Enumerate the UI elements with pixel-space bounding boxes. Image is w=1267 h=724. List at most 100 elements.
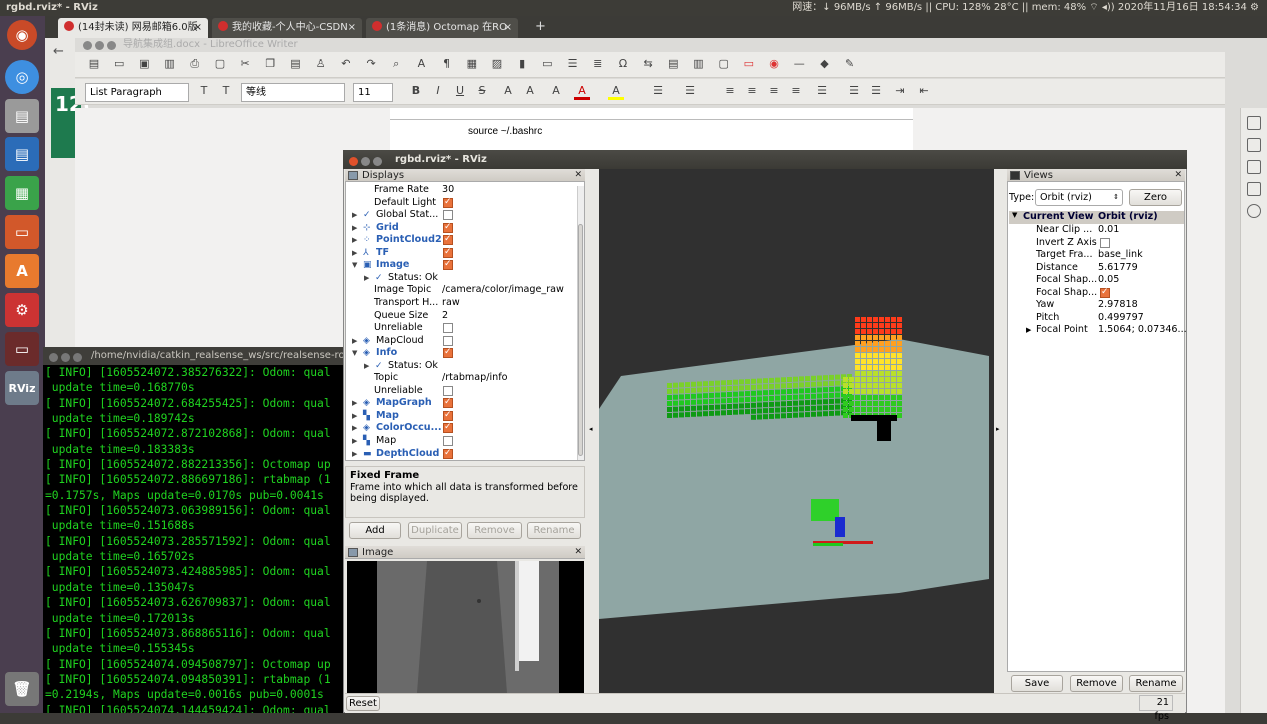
draw-icon[interactable]: ✎ [842, 57, 858, 73]
align-center-icon[interactable]: ≡ [744, 84, 760, 100]
display-tree-row[interactable]: ▶ ◈ ColorOccu... [346, 421, 576, 435]
font-name-select[interactable]: 等线 [241, 83, 345, 102]
view-property-value[interactable]: 5.61779 [1098, 262, 1138, 275]
navigator-icon[interactable] [1247, 182, 1261, 196]
display-value[interactable]: raw [442, 297, 460, 310]
right-splitter[interactable]: ▸ [994, 169, 1007, 693]
preview-icon[interactable]: ▢ [212, 57, 228, 73]
display-tree-row[interactable]: Unreliable [346, 385, 576, 398]
save-icon[interactable]: ▣ [136, 57, 152, 73]
browser-tab-octomap[interactable]: (1条消息) Octomap 在RO × [366, 18, 518, 38]
view-checkbox[interactable] [1100, 286, 1110, 298]
enable-checkbox[interactable] [443, 221, 453, 233]
highlight-icon[interactable]: A [608, 84, 624, 100]
save-view-button[interactable]: Save [1011, 675, 1063, 692]
current-view-row[interactable]: ▼ Current View Orbit (rviz) [1009, 211, 1184, 224]
enable-checkbox[interactable] [443, 210, 453, 221]
close-icon[interactable] [349, 157, 358, 166]
view-property-row[interactable]: Focal Shap... 0.05 [1009, 274, 1184, 287]
trash-icon[interactable]: 🗑 [5, 672, 39, 706]
enable-checkbox[interactable] [443, 396, 453, 409]
view-property-row[interactable]: Distance 5.61779 [1009, 262, 1184, 275]
expand-arrow-icon[interactable]: ▶ [352, 410, 357, 423]
expand-arrow-icon[interactable]: ▶ [352, 435, 357, 448]
view-property-row[interactable]: ▶ Focal Point 1.5064; 0.07346... [1009, 324, 1187, 337]
underline-icon[interactable]: U [452, 84, 468, 100]
copy-icon[interactable]: ❐ [262, 57, 278, 73]
writer-icon[interactable]: ▤ [5, 137, 39, 171]
view-property-row[interactable]: Pitch 0.499797 [1009, 312, 1184, 325]
styles-icon[interactable] [1247, 138, 1261, 152]
font-color-icon[interactable]: A [574, 84, 590, 100]
view-checkbox[interactable] [1100, 237, 1110, 248]
justify-icon[interactable]: ≡ [788, 84, 804, 100]
close-icon[interactable]: × [194, 18, 202, 38]
expand-arrow-icon[interactable]: ▶ [352, 448, 357, 461]
expand-arrow-icon[interactable]: ▶ [364, 272, 369, 285]
close-icon[interactable]: ✕ [1174, 169, 1182, 182]
paste-icon[interactable]: ▤ [288, 57, 304, 73]
formatting-marks-icon[interactable]: ¶ [439, 57, 455, 73]
undo-icon[interactable]: ↶ [338, 57, 354, 73]
display-tree-row[interactable]: ▶ ✓ Global Stat... [346, 209, 576, 222]
compass-icon[interactable] [1247, 204, 1261, 218]
expand-arrow-icon[interactable]: ▶ [352, 234, 357, 247]
display-tree-row[interactable]: ▼ ▣ Image [346, 258, 576, 272]
expand-arrow-icon[interactable]: ▶ [1026, 324, 1031, 337]
para-below-icon[interactable]: ☰ [868, 84, 884, 100]
display-tree-row[interactable]: ▶ ✓ Status: Ok [346, 272, 576, 285]
enable-checkbox[interactable] [443, 233, 453, 246]
display-tree-row[interactable]: ▶ ◈ MapGraph [346, 396, 576, 410]
textbox-icon[interactable]: ▭ [539, 57, 555, 73]
display-tree-row[interactable]: Default Light [346, 196, 576, 210]
display-tree-row[interactable]: Topic/rtabmap/info [346, 372, 576, 385]
indent-icon[interactable]: ⇥ [892, 84, 908, 100]
new-tab-button[interactable]: + [535, 19, 546, 34]
enable-checkbox[interactable] [443, 258, 453, 271]
terminal-icon[interactable]: ▭ [5, 332, 39, 366]
export-pdf-icon[interactable]: ▥ [162, 57, 178, 73]
view-property-value[interactable]: 1.5064; 0.07346... [1098, 324, 1187, 337]
align-right-icon[interactable]: ≡ [766, 84, 782, 100]
chromium-icon[interactable]: ◎ [5, 60, 39, 94]
expand-icon[interactable]: ▼ [1012, 211, 1017, 219]
bookmark-icon[interactable]: ▥ [691, 57, 707, 73]
terminal-output[interactable]: [ INFO] [1605524072.385276322]: Odom: qu… [43, 365, 363, 713]
expand-arrow-icon[interactable]: ▶ [364, 360, 369, 373]
display-tree-row[interactable]: ▶ ▚ Map [346, 435, 576, 448]
files-icon[interactable]: ▤ [5, 99, 39, 133]
enable-checkbox[interactable] [443, 346, 453, 359]
rviz-icon[interactable]: RViz [5, 371, 39, 405]
view-property-value[interactable]: 2.97818 [1098, 299, 1138, 312]
paragraph-style-select[interactable]: List Paragraph [85, 83, 189, 102]
clone-icon[interactable]: ♙ [313, 57, 329, 73]
cut-icon[interactable]: ✂ [237, 57, 253, 73]
view-property-row[interactable]: Yaw 2.97818 [1009, 299, 1184, 312]
enable-checkbox[interactable] [443, 323, 453, 334]
italic-icon[interactable]: I [430, 84, 446, 100]
numbering-icon[interactable]: ☰ [682, 84, 698, 100]
display-tree-row[interactable]: ▶ ◈ MapCloud [346, 335, 576, 348]
hyperlink-icon[interactable]: ⇆ [640, 57, 656, 73]
enable-checkbox[interactable] [443, 447, 453, 459]
line-icon[interactable]: — [791, 57, 807, 73]
view-property-value[interactable]: 0.01 [1098, 224, 1119, 237]
duplicate-button[interactable]: Duplicate [408, 522, 462, 539]
footnote-icon[interactable]: ▤ [665, 57, 681, 73]
bold-icon[interactable]: B [408, 84, 424, 100]
view-property-row[interactable]: Target Fra... base_link [1009, 249, 1184, 262]
enable-checkbox[interactable] [443, 335, 453, 346]
expand-arrow-icon[interactable]: ▶ [352, 422, 357, 435]
display-tree-row[interactable]: ▶ ⊹ Grid [346, 221, 576, 235]
superscript-icon[interactable]: A [500, 84, 516, 100]
view-property-row[interactable]: Near Clip ... 0.01 [1009, 224, 1184, 237]
display-value[interactable]: /camera/color/image_raw [442, 284, 564, 297]
gallery-icon[interactable] [1247, 160, 1261, 174]
browser-tab-csdn[interactable]: 我的收藏-个人中心-CSDN × [212, 18, 362, 38]
subscript-icon[interactable]: A [522, 84, 538, 100]
display-tree-row[interactable]: Image Topic/camera/color/image_raw [346, 284, 576, 297]
expand-arrow-icon[interactable]: ▶ [352, 335, 357, 348]
shapes-icon[interactable]: ◆ [816, 57, 832, 73]
calc-icon[interactable]: ▦ [5, 176, 39, 210]
track-changes-icon[interactable]: ◉ [766, 57, 782, 73]
